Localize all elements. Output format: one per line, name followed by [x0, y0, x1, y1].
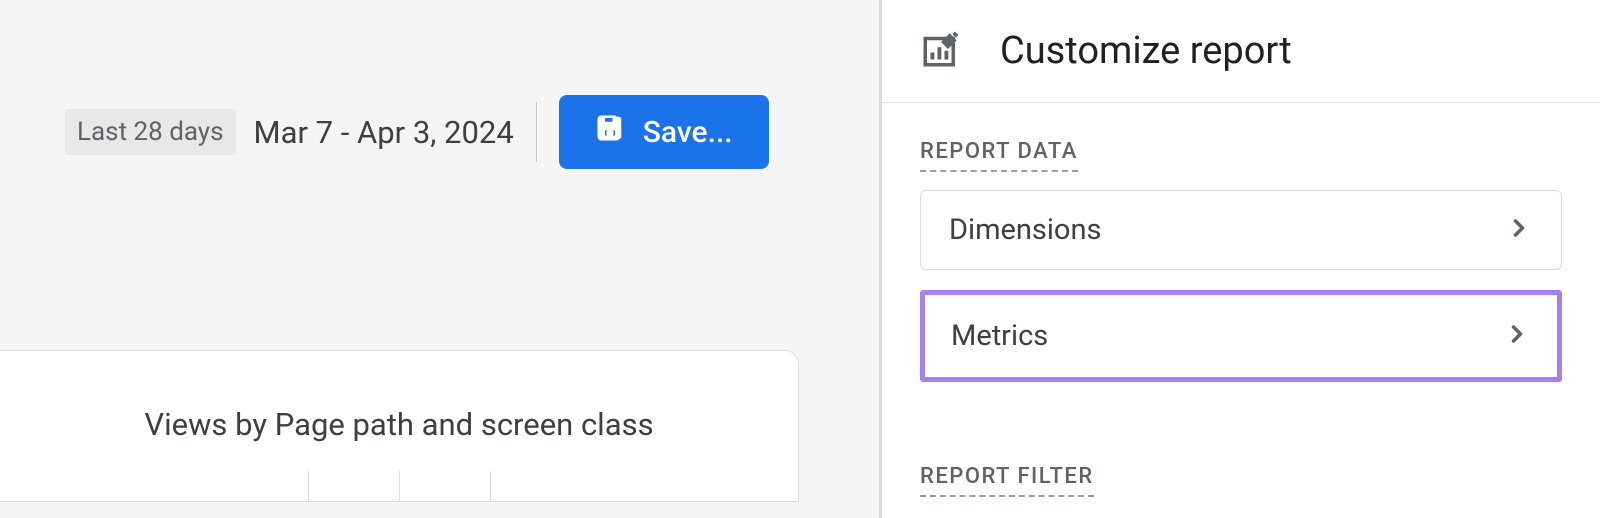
chevron-right-icon: [1505, 214, 1533, 246]
report-data-section: REPORT DATA Dimensions Metrics: [882, 103, 1600, 402]
section-label-report-filter: REPORT FILTER: [920, 464, 1094, 497]
chart-ticks: [0, 471, 798, 501]
option-metrics-label: Metrics: [951, 319, 1048, 353]
panel-title: Customize report: [1000, 29, 1292, 73]
tick: [490, 471, 491, 501]
card-title: Views by Page path and screen class: [0, 406, 798, 443]
option-dimensions[interactable]: Dimensions: [920, 190, 1562, 270]
option-dimensions-label: Dimensions: [949, 213, 1101, 247]
date-range-label: Last 28 days: [65, 109, 236, 155]
tick: [399, 471, 400, 501]
save-button-label: Save...: [643, 115, 733, 150]
save-button[interactable]: Save...: [559, 95, 769, 169]
report-main-area: Last 28 days Mar 7 - Apr 3, 2024 Save...…: [0, 0, 882, 518]
option-metrics[interactable]: Metrics: [920, 290, 1562, 382]
customize-panel: Customize report REPORT DATA Dimensions …: [882, 0, 1600, 518]
date-range-value: Mar 7 - Apr 3, 2024: [254, 114, 514, 151]
date-range-selector[interactable]: Last 28 days Mar 7 - Apr 3, 2024: [65, 109, 514, 155]
chevron-right-icon: [1503, 320, 1531, 352]
vertical-divider: [536, 102, 537, 162]
section-label-report-data: REPORT DATA: [920, 139, 1078, 172]
panel-header: Customize report: [882, 0, 1600, 103]
top-bar: Last 28 days Mar 7 - Apr 3, 2024 Save...: [0, 0, 879, 169]
customize-report-icon: [920, 28, 962, 74]
report-card: Views by Page path and screen class: [0, 350, 799, 502]
tick: [308, 471, 309, 501]
report-filter-section: REPORT FILTER: [882, 428, 1600, 515]
report-data-options: Dimensions Metrics: [882, 190, 1600, 382]
save-icon: [595, 113, 625, 151]
